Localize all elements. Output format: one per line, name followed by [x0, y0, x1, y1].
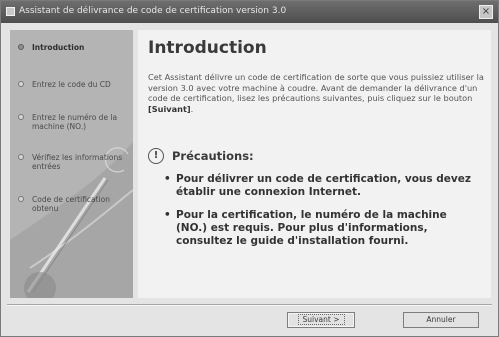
step-indicator-icon — [18, 44, 24, 50]
close-button[interactable]: × — [479, 5, 493, 19]
step-indicator-icon — [18, 114, 24, 120]
bullet-icon: • — [164, 173, 171, 185]
intro-end: . — [190, 103, 194, 114]
footer-divider — [7, 304, 492, 306]
wizard-window: Assistant de délivrance de code de certi… — [0, 0, 499, 337]
next-button[interactable]: Suivant > — [287, 312, 355, 328]
page-title: Introduction — [148, 38, 267, 58]
intro-text: Cet Assistant délivre un code de certifi… — [148, 72, 484, 103]
next-button-label: Suivant > — [297, 314, 345, 325]
steps-sidebar: Introduction Entrez le code du CD Entrez… — [10, 30, 133, 298]
step-indicator-icon — [18, 81, 24, 87]
title-bar[interactable]: Assistant de délivrance de code de certi… — [1, 1, 498, 23]
window-title: Assistant de délivrance de code de certi… — [19, 6, 287, 16]
bullet-icon: • — [164, 209, 171, 221]
cancel-button[interactable]: Annuler — [403, 312, 479, 328]
main-panel: Introduction Cet Assistant délivre un co… — [138, 30, 491, 298]
app-icon — [6, 7, 15, 16]
intro-next-reference: [Suivant] — [148, 103, 191, 114]
step-indicator-icon — [18, 154, 24, 160]
step-indicator-icon — [18, 196, 24, 202]
intro-paragraph: Cet Assistant délivre un code de certifi… — [148, 72, 484, 114]
precautions-heading: Précautions: — [172, 149, 254, 163]
warning-icon: ! — [148, 148, 164, 164]
